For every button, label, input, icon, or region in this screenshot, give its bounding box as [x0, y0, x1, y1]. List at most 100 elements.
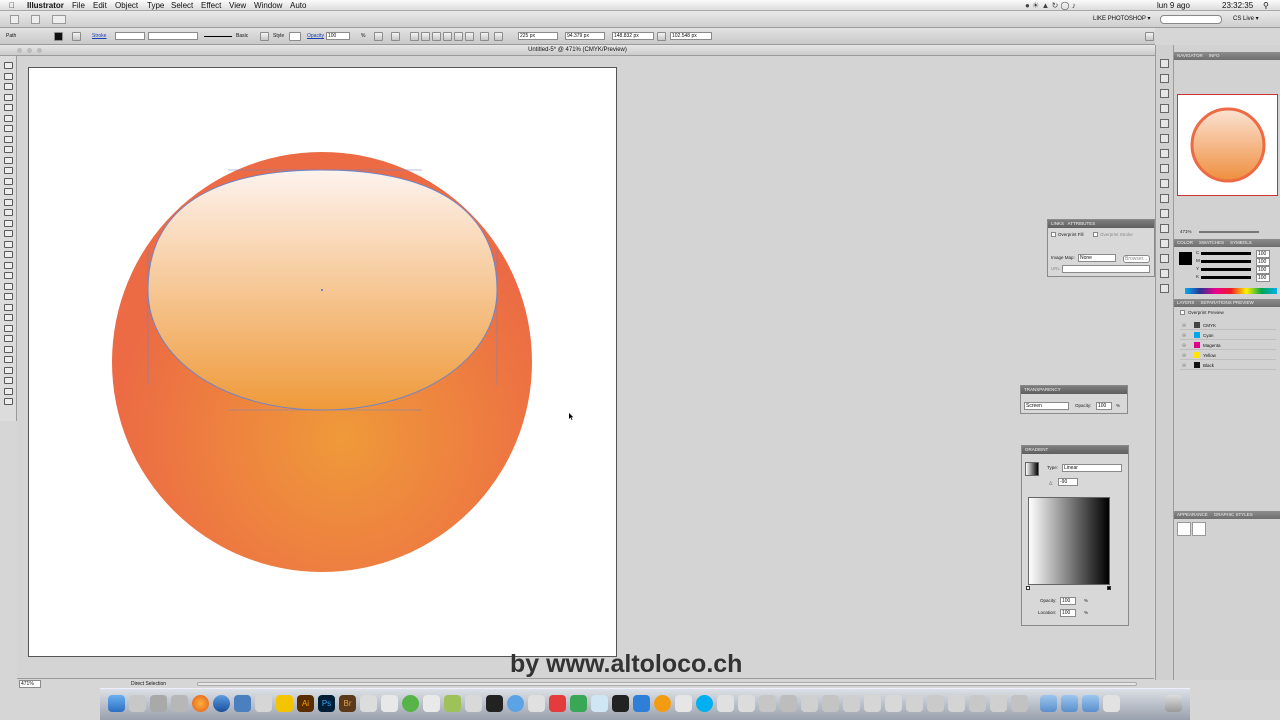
blend-mode-select[interactable]: Screen	[1024, 402, 1069, 410]
separation-row[interactable]: ☉ Black	[1180, 361, 1276, 370]
appearance-tabs[interactable]: APPEARANCE GRAPHIC STYLES	[1174, 511, 1280, 519]
vlc-icon[interactable]	[654, 695, 671, 712]
gradient-stop-black[interactable]	[1107, 586, 1111, 590]
visibility-eye-icon[interactable]: ☉	[1182, 341, 1186, 350]
transform-icon[interactable]	[1160, 269, 1169, 278]
notes-icon[interactable]	[276, 695, 293, 712]
appearance-icon[interactable]	[1160, 134, 1169, 143]
media-icon[interactable]	[675, 695, 692, 712]
acrobat-icon[interactable]	[360, 695, 377, 712]
pathfinder-icon[interactable]	[1160, 254, 1169, 263]
tab-layers[interactable]: LAYERS	[1177, 300, 1194, 305]
navigator-zoom[interactable]: 471%	[1180, 229, 1192, 234]
system-preferences-icon[interactable]	[129, 695, 146, 712]
trash-icon[interactable]	[1165, 695, 1182, 712]
gradient-icon[interactable]	[1160, 104, 1169, 113]
value-y[interactable]: 100	[1256, 266, 1270, 274]
links-icon[interactable]	[1160, 284, 1169, 293]
tab-swatches[interactable]: SWATCHES	[1199, 240, 1224, 245]
attributes-panel-header[interactable]: LINKS ATTRIBUTES	[1048, 220, 1154, 228]
utility-15-icon[interactable]	[1011, 695, 1028, 712]
paragraph-icon[interactable]	[1160, 209, 1169, 218]
gradient-panel-header[interactable]: GRADIENT	[1022, 446, 1128, 454]
calculator-icon[interactable]	[465, 695, 482, 712]
utility-9-icon[interactable]	[885, 695, 902, 712]
stickies-icon[interactable]	[444, 695, 461, 712]
stack-icon[interactable]	[1103, 695, 1120, 712]
app-store-icon[interactable]	[633, 695, 650, 712]
tab-symbols[interactable]: SYMBOLS	[1230, 240, 1252, 245]
visibility-eye-icon[interactable]: ☉	[1182, 331, 1186, 340]
layers-tabs[interactable]: LAYERS SEPARATIONS PREVIEW	[1174, 299, 1280, 307]
value-k[interactable]: 100	[1256, 274, 1270, 282]
preview-icon[interactable]	[381, 695, 398, 712]
ical-icon[interactable]	[612, 695, 629, 712]
visibility-eye-icon[interactable]: ☉	[1182, 351, 1186, 360]
gradient-stop-white[interactable]	[1026, 586, 1030, 590]
folder-icon[interactable]	[1040, 695, 1057, 712]
symbols-icon[interactable]	[1160, 74, 1169, 83]
utility-2-icon[interactable]	[738, 695, 755, 712]
browser-button[interactable]: Browser...	[1123, 255, 1150, 263]
graphic-style-default[interactable]	[1177, 522, 1191, 536]
separation-row[interactable]: ☉ Magenta	[1180, 341, 1276, 350]
utility-7-icon[interactable]	[843, 695, 860, 712]
tab-graphic-styles[interactable]: GRAPHIC STYLES	[1214, 512, 1253, 517]
value-c[interactable]: 100	[1256, 250, 1270, 258]
visibility-eye-icon[interactable]: ☉	[1182, 321, 1186, 330]
utility-4-icon[interactable]	[780, 695, 797, 712]
downloads-icon[interactable]	[1082, 695, 1099, 712]
utility-5-icon[interactable]	[801, 695, 818, 712]
tab-attributes[interactable]: ATTRIBUTES	[1068, 221, 1096, 226]
network-icon[interactable]	[234, 695, 251, 712]
tab-color[interactable]: COLOR	[1177, 240, 1193, 245]
utility-13-icon[interactable]	[969, 695, 986, 712]
slider-k[interactable]	[1201, 276, 1251, 279]
brushes-icon[interactable]	[1160, 59, 1169, 68]
finder-icon[interactable]	[108, 695, 125, 712]
utility-3-icon[interactable]	[759, 695, 776, 712]
separation-row[interactable]: ☉ CMYK	[1180, 321, 1276, 330]
navigator-zoom-slider[interactable]	[1199, 231, 1259, 233]
color-tabs[interactable]: COLOR SWATCHES SYMBOLS	[1174, 239, 1280, 247]
transparency-panel-header[interactable]: TRANSPARENCY	[1021, 386, 1127, 394]
utility-icon[interactable]	[150, 695, 167, 712]
stroke-icon[interactable]	[1160, 89, 1169, 98]
slider-y[interactable]	[1201, 268, 1251, 271]
stop-opacity-field[interactable]: 100	[1060, 597, 1076, 605]
bridge-dock-icon[interactable]: Br	[339, 695, 356, 712]
gradient-angle-field[interactable]: -90	[1058, 478, 1078, 486]
folder-2-icon[interactable]	[1061, 695, 1078, 712]
overprint-stroke-checkbox[interactable]	[1093, 232, 1098, 237]
transparency-opacity-field[interactable]: 100	[1096, 402, 1112, 410]
tab-navigator[interactable]: NAVIGATOR	[1177, 53, 1203, 58]
skype-icon[interactable]	[696, 695, 713, 712]
preview-photo-icon[interactable]	[591, 695, 608, 712]
color-fill-swatch[interactable]	[1179, 252, 1192, 265]
tab-links[interactable]: LINKS	[1051, 221, 1064, 226]
character-icon[interactable]	[1160, 194, 1169, 203]
firefox-icon[interactable]	[192, 695, 209, 712]
visibility-eye-icon[interactable]: ☉	[1182, 361, 1186, 370]
browser-icon[interactable]	[213, 695, 230, 712]
transparency-icon[interactable]	[1160, 119, 1169, 128]
utility-8-icon[interactable]	[864, 695, 881, 712]
leaf-app-icon[interactable]	[402, 695, 419, 712]
stop-location-field[interactable]: 100	[1060, 609, 1076, 617]
utility-14-icon[interactable]	[990, 695, 1007, 712]
overprint-fill-checkbox[interactable]	[1051, 232, 1056, 237]
photoshop-icon[interactable]: Ps	[318, 695, 335, 712]
utility-11-icon[interactable]	[927, 695, 944, 712]
url-field[interactable]	[1062, 265, 1150, 273]
slider-c[interactable]	[1201, 252, 1251, 255]
safari-icon[interactable]	[507, 695, 524, 712]
gradient-thumbnail[interactable]	[1025, 462, 1039, 476]
navigator-tabs[interactable]: NAVIGATOR INFO	[1174, 52, 1280, 60]
tab-info[interactable]: INFO	[1209, 53, 1220, 58]
zoom-field[interactable]: 471%	[19, 680, 41, 688]
illustrator-icon[interactable]: Ai	[297, 695, 314, 712]
gradient-type-select[interactable]: Linear	[1062, 464, 1122, 472]
align-icon[interactable]	[1160, 239, 1169, 248]
terminal-icon[interactable]	[486, 695, 503, 712]
artboards-icon[interactable]	[1160, 179, 1169, 188]
